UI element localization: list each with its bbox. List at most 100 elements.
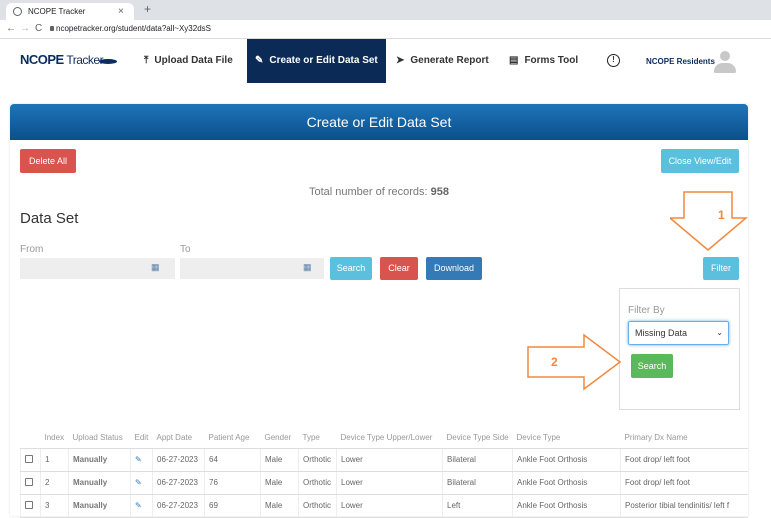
new-tab-button[interactable]: + [144, 2, 151, 16]
table-cell: Ankle Foot Orthosis [512, 494, 621, 518]
row-checkbox-cell [20, 494, 41, 518]
row-checkbox[interactable] [25, 454, 33, 463]
total-records-count: 958 [430, 186, 450, 198]
back-icon[interactable]: ← [6, 23, 16, 34]
tab-title: NCOPE Tracker [28, 7, 86, 16]
edit-icon[interactable]: ✎ [130, 494, 153, 518]
column-header[interactable]: Type [298, 427, 337, 449]
table-cell: Manually [68, 471, 131, 495]
url-field[interactable]: ncopetracker.org/student/data?all~Xy32ds… [56, 24, 211, 33]
table-cell: Orthotic [298, 471, 337, 495]
forward-icon[interactable]: → [20, 23, 30, 34]
table-cell: 06-27-2023 [152, 494, 205, 518]
column-header[interactable]: Upload Status [68, 427, 131, 449]
table-cell: Male [260, 471, 299, 495]
table-header-row: Index Upload Status Edit Appt Date Patie… [20, 427, 748, 449]
avatar[interactable] [714, 51, 736, 75]
filter-button[interactable]: Filter [703, 257, 739, 280]
filter-search-button[interactable]: Search [631, 354, 673, 378]
column-header[interactable]: Device Type [512, 427, 621, 449]
calendar-icon[interactable]: ▦ [151, 262, 160, 273]
column-header[interactable]: Primary Dx Name [620, 427, 748, 449]
table-cell: 3 [40, 494, 69, 518]
column-header[interactable]: Gender [260, 427, 299, 449]
nav-forms-label: Forms Tool [524, 55, 579, 66]
row-checkbox-cell [20, 448, 41, 472]
table-row[interactable]: 2 Manually ✎ 06-27-2023 76 Male Orthotic Lower B… [20, 471, 748, 495]
table-cell: Manually [68, 448, 131, 472]
to-label: To [180, 244, 191, 255]
table-cell: Foot drop/ left foot [620, 471, 748, 495]
data-set-heading: Data Set [20, 210, 79, 227]
address-bar: ← → C ncopetracker.org/student/data?all~… [0, 20, 771, 39]
table-cell: Orthotic [298, 448, 337, 472]
close-view-edit-button[interactable]: Close View/Edit [661, 149, 739, 173]
from-label: From [20, 244, 44, 255]
total-records: Total number of records: 958 [10, 186, 748, 198]
table-cell: Manually [68, 494, 131, 518]
reload-icon[interactable]: C [35, 23, 42, 34]
filter-by-select[interactable]: Missing Data ⌄ [628, 321, 729, 345]
close-tab-icon[interactable]: × [118, 3, 124, 20]
browser-tab[interactable]: NCOPE Tracker × [6, 3, 134, 20]
lock-icon [50, 26, 54, 31]
table-cell: 2 [40, 471, 69, 495]
column-header: Edit [130, 427, 153, 449]
table-cell: Male [260, 494, 299, 518]
table-cell: Posterior tibial tendinitis/ left f [620, 494, 748, 518]
pencil-icon: ✎ [255, 55, 264, 66]
alert-icon[interactable]: ! [607, 54, 620, 67]
globe-icon [13, 7, 22, 16]
chevron-down-icon: ⌄ [716, 328, 723, 337]
table-cell: Male [260, 448, 299, 472]
edit-icon[interactable]: ✎ [130, 448, 153, 472]
annotation-arrow-1 [670, 191, 748, 251]
table-cell: Foot drop/ left foot [620, 448, 748, 472]
calendar-icon[interactable]: ▦ [303, 262, 312, 273]
column-header[interactable]: Device Type Side [442, 427, 513, 449]
search-button[interactable]: Search [330, 257, 372, 280]
column-header[interactable]: Patient Age [204, 427, 261, 449]
row-checkbox[interactable] [25, 477, 33, 486]
filter-box: Filter By Missing Data ⌄ Search [619, 288, 740, 410]
logo-text: NCOPE [20, 52, 64, 67]
table-cell: Left [442, 494, 513, 518]
table-cell: 1 [40, 448, 69, 472]
download-button[interactable]: Download [426, 257, 482, 280]
table-cell: Ankle Foot Orthosis [512, 448, 621, 472]
logo-swish [99, 59, 117, 64]
column-header[interactable]: Device Type Upper/Lower [336, 427, 443, 449]
data-set-panel: Create or Edit Data Set Delete All Close… [10, 104, 748, 518]
nav-generate-report[interactable]: ➤ Generate Report [396, 39, 489, 83]
annotation-arrow-2 [527, 333, 622, 391]
edit-icon[interactable]: ✎ [130, 471, 153, 495]
table-cell: Lower [336, 494, 443, 518]
column-header [20, 427, 41, 449]
annotation-label-2: 2 [551, 355, 558, 369]
table-cell: Orthotic [298, 494, 337, 518]
upload-icon: ⤒ [144, 55, 149, 66]
filter-by-value: Missing Data [635, 328, 688, 338]
table-row[interactable]: 1 Manually ✎ 06-27-2023 64 Male Orthotic Lower B… [20, 448, 748, 472]
table-cell: Lower [336, 471, 443, 495]
column-header[interactable]: Appt Date [152, 427, 205, 449]
logo[interactable]: NCOPE Tracker [20, 52, 104, 67]
table-cell: Bilateral [442, 448, 513, 472]
filter-by-label: Filter By [628, 305, 665, 316]
nav-upload-label: Upload Data File [154, 55, 233, 66]
nav-create-label: Create or Edit Data Set [269, 55, 378, 66]
row-checkbox[interactable] [25, 500, 33, 509]
nav-report-label: Generate Report [410, 55, 489, 66]
nav-upload-data-file[interactable]: ⤒ Upload Data File [144, 39, 233, 83]
nav-forms-tool[interactable]: ▤ Forms Tool [509, 39, 578, 83]
clear-button[interactable]: Clear [380, 257, 418, 280]
nav-create-edit-data-set[interactable]: ✎ Create or Edit Data Set [247, 39, 386, 83]
column-header[interactable]: Index [40, 427, 69, 449]
table-cell: 69 [204, 494, 261, 518]
panel-title: Create or Edit Data Set [10, 104, 748, 140]
table-row[interactable]: 3 Manually ✎ 06-27-2023 69 Male Orthotic Lower L… [20, 494, 748, 518]
form-icon: ▤ [509, 55, 519, 66]
user-name[interactable]: NCOPE Residents [646, 57, 715, 66]
app-navbar: NCOPE Tracker ⤒ Upload Data File ✎ Create … [0, 39, 771, 87]
delete-all-button[interactable]: Delete All [20, 149, 76, 173]
